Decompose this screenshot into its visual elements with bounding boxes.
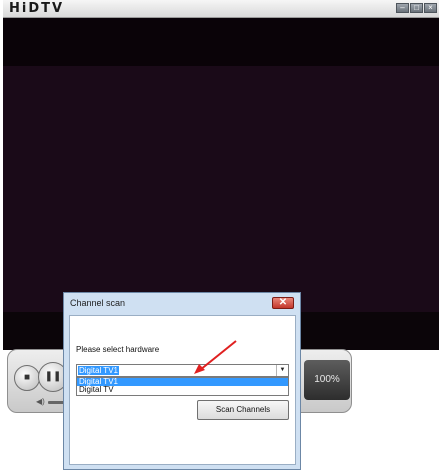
close-icon[interactable]: × <box>424 3 437 13</box>
hardware-select[interactable]: Digital TV1 ▼ <box>76 364 289 377</box>
hardware-selected-value: Digital TV1 <box>78 366 119 375</box>
channel-scan-dialog: Channel scan ✕ Please select hardware Di… <box>63 292 301 470</box>
minimize-icon[interactable]: – <box>396 3 409 13</box>
hardware-label: Please select hardware <box>76 345 160 354</box>
hardware-option-2[interactable]: Digital TV <box>77 386 288 394</box>
volume-icon: ◀) <box>36 397 45 406</box>
dialog-title: Channel scan <box>70 298 126 308</box>
dialog-close-button[interactable]: ✕ <box>272 297 294 309</box>
hardware-options-list[interactable]: Digital TV1 Digital TV <box>76 377 289 396</box>
video-display <box>3 66 439 312</box>
scan-channels-button[interactable]: Scan Channels <box>197 400 289 420</box>
video-area <box>3 18 439 312</box>
app-title: HiDTV <box>9 1 65 16</box>
pause-icon: ❚❚ <box>44 371 62 382</box>
zoom-display: 100% <box>304 360 350 400</box>
restore-icon[interactable]: □ <box>410 3 423 13</box>
title-bar[interactable]: HiDTV – □ × <box>3 0 439 18</box>
stop-icon: ■ <box>23 372 31 383</box>
window-controls: – □ × <box>396 3 437 13</box>
chevron-down-icon[interactable]: ▼ <box>276 365 288 376</box>
stop-button[interactable]: ■ <box>14 365 40 391</box>
annotation-arrow-icon <box>194 340 237 374</box>
dialog-body: Please select hardware Digital TV1 ▼ Dig… <box>69 315 296 465</box>
